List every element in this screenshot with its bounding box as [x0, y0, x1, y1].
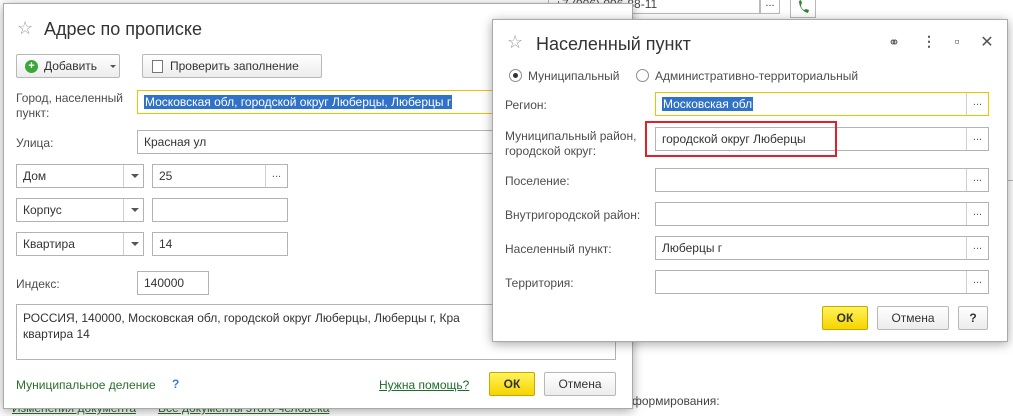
intracity-label: Внутригородской район:: [505, 208, 641, 222]
favorite-star-icon[interactable]: ☆: [17, 18, 33, 39]
flat-type-dropdown-icon[interactable]: [123, 233, 143, 255]
settlement-label: Поселение:: [505, 174, 570, 188]
district-label-line2: городской округ:: [505, 144, 597, 158]
locality-dialog-title: Населенный пункт: [536, 34, 691, 54]
radio-municipal[interactable]: [509, 69, 522, 82]
building-type-select[interactable]: Корпус: [16, 198, 144, 222]
locality-help-button[interactable]: ?: [958, 306, 988, 330]
territory-dots-button[interactable]: ...: [966, 271, 988, 293]
region-value: Московская обл: [662, 97, 754, 111]
index-input[interactable]: 140000: [137, 271, 209, 295]
add-plus-icon: +: [25, 60, 38, 73]
settlement-input[interactable]: ...: [655, 168, 989, 192]
territory-label: Территория:: [505, 276, 574, 290]
add-dropdown-icon: [110, 65, 116, 68]
locality-label: Населенный пункт:: [505, 242, 612, 256]
check-fill-button[interactable]: Проверить заполнение: [142, 54, 322, 78]
street-label: Улица:: [16, 136, 54, 150]
region-input[interactable]: Московская обл ...: [655, 92, 989, 116]
locality-dialog: ☆ Населенный пункт ⚭ ⋮ ▫ ✕ Муниципальный…: [492, 19, 1008, 342]
check-document-icon: [152, 60, 163, 73]
district-dots-button[interactable]: ...: [966, 128, 988, 150]
address-cancel-button[interactable]: Отмена: [544, 372, 616, 396]
address-ok-button[interactable]: ОК: [489, 372, 535, 396]
more-menu-icon[interactable]: ⋮: [921, 33, 937, 50]
house-input[interactable]: 25 ...: [152, 164, 288, 188]
link-icon[interactable]: ⚭: [886, 34, 902, 51]
house-dots-button[interactable]: ...: [265, 165, 287, 187]
flat-input[interactable]: 14: [152, 232, 288, 256]
radio-municipal-label[interactable]: Муниципальный: [528, 69, 619, 83]
locality-input[interactable]: Люберцы г ...: [655, 236, 989, 260]
bg-formation-label: формирования:: [632, 394, 720, 408]
city-label-line1: Город, населенный: [16, 91, 123, 105]
municipal-help-icon[interactable]: ?: [172, 377, 179, 391]
settlement-dots-button[interactable]: ...: [966, 169, 988, 191]
radio-administrative-label[interactable]: Административно-территориальный: [655, 69, 858, 83]
phone-dots-button[interactable]: ...: [760, 0, 780, 14]
house-type-dropdown-icon[interactable]: [123, 165, 143, 187]
municipal-division-label: Муниципальное деление: [16, 378, 156, 392]
region-dots-button[interactable]: ...: [966, 93, 988, 115]
region-label: Регион:: [505, 98, 547, 112]
add-button[interactable]: + Добавить: [16, 54, 120, 78]
flat-type-select[interactable]: Квартира: [16, 232, 144, 256]
radio-administrative[interactable]: [636, 69, 649, 82]
favorite-star-icon[interactable]: ☆: [507, 32, 523, 53]
phone-call-icon[interactable]: [790, 0, 816, 18]
help-link[interactable]: Нужна помощь?: [379, 378, 469, 392]
index-label: Индекс:: [16, 277, 60, 291]
territory-input[interactable]: ...: [655, 270, 989, 294]
intracity-dots-button[interactable]: ...: [966, 203, 988, 225]
house-type-select[interactable]: Дом: [16, 164, 144, 188]
locality-dots-button[interactable]: ...: [966, 237, 988, 259]
city-label-line2: пункт:: [16, 106, 50, 120]
close-icon[interactable]: ✕: [979, 32, 995, 52]
building-type-dropdown-icon[interactable]: [123, 199, 143, 221]
maximize-icon[interactable]: ▫: [949, 33, 965, 49]
city-value: Московская обл, городской округ Люберцы,…: [144, 95, 453, 109]
district-highlight-box: [645, 121, 837, 157]
building-input[interactable]: [152, 198, 288, 222]
district-label-line1: Муниципальный район,: [505, 129, 637, 143]
locality-ok-button[interactable]: ОК: [822, 306, 868, 330]
intracity-input[interactable]: ...: [655, 202, 989, 226]
address-dialog-title: Адрес по прописке: [44, 19, 202, 39]
locality-cancel-button[interactable]: Отмена: [877, 306, 949, 330]
